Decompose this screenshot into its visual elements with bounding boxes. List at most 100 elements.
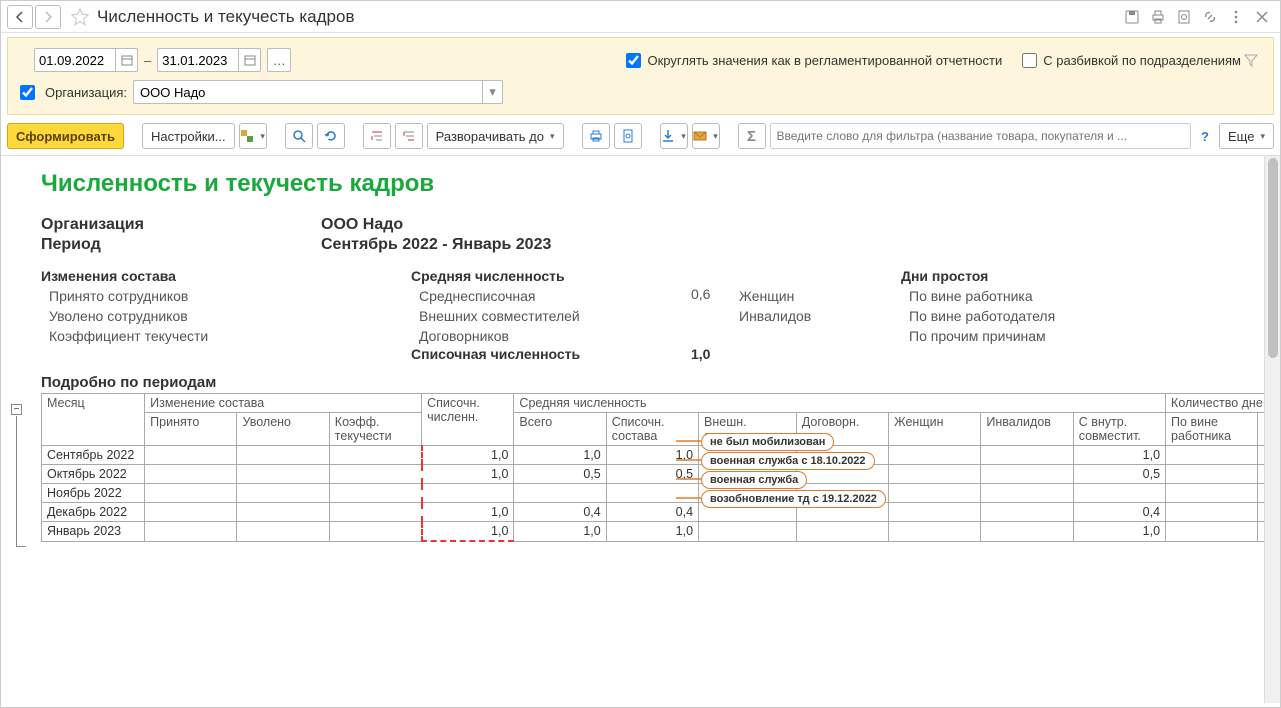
avg-contract-label: Договорников xyxy=(411,326,691,346)
params-panel: – … Округлять значения как в регламентир… xyxy=(7,37,1274,115)
th-by-worker: По вине работника xyxy=(1166,413,1258,446)
filter-icon[interactable] xyxy=(1241,50,1261,70)
period-picker-button[interactable]: … xyxy=(267,48,291,72)
callout-2: военная служба с 18.10.2022 xyxy=(701,452,875,470)
org-value: ООО Надо xyxy=(321,216,403,233)
expand-levels-button[interactable] xyxy=(395,123,423,149)
th-by-employer: По ра xyxy=(1258,413,1264,446)
avg-external-label: Внешних совместителей xyxy=(411,306,691,326)
forward-button[interactable] xyxy=(35,5,61,29)
avg-staff-label: Среднесписочная xyxy=(411,286,691,306)
th-hired: Принято xyxy=(145,413,237,446)
section-avg: Средняя численность xyxy=(411,268,691,284)
filter-input[interactable] xyxy=(777,129,1185,143)
back-button[interactable] xyxy=(7,5,33,29)
date-to-input[interactable] xyxy=(158,49,238,71)
period-key: Период xyxy=(41,236,321,254)
print-preview-button[interactable] xyxy=(614,123,642,149)
section-idle: Дни простоя xyxy=(901,268,1161,284)
more-menu-icon[interactable] xyxy=(1224,5,1248,29)
generate-button[interactable]: Сформировать xyxy=(7,123,124,149)
help-icon[interactable]: ? xyxy=(1195,123,1215,149)
scrollbar-thumb[interactable] xyxy=(1268,158,1278,358)
calendar-icon[interactable] xyxy=(238,49,260,71)
tree-line-end xyxy=(16,546,26,547)
breakdown-label: С разбивкой по подразделениям xyxy=(1043,53,1241,68)
page-title: Численность и текучесть кадров xyxy=(97,7,355,27)
th-list-count: Списочн. численн. xyxy=(422,394,514,446)
link-icon[interactable] xyxy=(1198,5,1222,29)
period-value: Сентябрь 2022 - Январь 2023 xyxy=(321,236,551,253)
favorite-icon[interactable] xyxy=(69,6,91,28)
tree-line xyxy=(16,416,17,546)
th-disabled: Инвалидов xyxy=(981,413,1073,446)
report-body: Численность и текучесть кадров Организац… xyxy=(1,156,1264,703)
round-checkbox[interactable] xyxy=(626,53,641,68)
vertical-scrollbar[interactable] xyxy=(1264,156,1280,703)
sum-button[interactable]: Σ xyxy=(738,123,766,149)
print-icon[interactable] xyxy=(1146,5,1170,29)
date-from-field[interactable] xyxy=(34,48,138,72)
th-fired: Уволено xyxy=(237,413,329,446)
th-turnover: Коэфф. текучести xyxy=(329,413,421,446)
calendar-icon[interactable] xyxy=(115,49,137,71)
org-select[interactable]: ▾ xyxy=(133,80,503,104)
refresh-button[interactable] xyxy=(317,123,345,149)
fired-label: Уволено сотрудников xyxy=(41,306,411,326)
hired-label: Принято сотрудников xyxy=(41,286,411,306)
variants-button[interactable]: ▾ xyxy=(239,123,267,149)
round-label: Округлять значения как в регламентирован… xyxy=(647,53,1002,68)
idle-worker-label: По вине работника xyxy=(901,286,1161,306)
date-to-field[interactable] xyxy=(157,48,261,72)
th-list: Списочн. состава xyxy=(606,413,698,446)
idle-other-label: По прочим причинам xyxy=(901,326,1161,346)
table-row[interactable]: Октябрь 2022 1,0 0,5 0,5 0,5 xyxy=(42,465,1265,484)
save-file-button[interactable]: ▾ xyxy=(660,123,688,149)
report-title: Численность и текучесть кадров xyxy=(41,170,1264,198)
turnover-label: Коэффициент текучести xyxy=(41,326,411,346)
th-women: Женщин xyxy=(889,413,981,446)
send-mail-button[interactable]: ▾ xyxy=(692,123,720,149)
org-key: Организация xyxy=(41,216,321,234)
th-month: Месяц xyxy=(42,394,145,446)
table-body: Сентябрь 2022 1,0 1,0 1,0 1,0 Октябрь 20… xyxy=(42,446,1265,542)
women-label: Женщин xyxy=(731,286,901,306)
th-internal: С внутр. совместит. xyxy=(1073,413,1165,446)
table-row[interactable]: Сентябрь 2022 1,0 1,0 1,0 1,0 xyxy=(42,446,1265,465)
find-button[interactable] xyxy=(285,123,313,149)
collapse-levels-button[interactable] xyxy=(363,123,391,149)
close-icon[interactable] xyxy=(1250,5,1274,29)
collapse-toggle[interactable]: − xyxy=(11,404,22,415)
disabled-label: Инвалидов xyxy=(731,306,901,326)
org-checkbox[interactable] xyxy=(20,85,35,100)
more-button[interactable]: Еще▾ xyxy=(1219,123,1274,149)
list-total-label: Списочная численность xyxy=(411,346,691,362)
chevron-down-icon[interactable]: ▾ xyxy=(482,81,502,103)
toolbar: Сформировать Настройки... ▾ Разворачиват… xyxy=(1,121,1280,155)
table-row[interactable]: Декабрь 2022 1,0 0,4 0,4 0,4 xyxy=(42,503,1265,522)
expand-to-button[interactable]: Разворачивать до▾ xyxy=(427,123,564,149)
details-heading: Подробно по периодам xyxy=(41,374,1264,391)
print-button[interactable] xyxy=(582,123,610,149)
th-change-group: Изменение состава xyxy=(145,394,422,413)
table-row[interactable]: Ноябрь 2022 xyxy=(42,484,1265,503)
filter-search[interactable] xyxy=(770,123,1192,149)
table-row[interactable]: Январь 2023 1,0 1,0 1,0 1,0 xyxy=(42,522,1265,542)
date-separator: – xyxy=(144,53,151,68)
th-total: Всего xyxy=(514,413,606,446)
save-icon[interactable] xyxy=(1120,5,1144,29)
org-input[interactable] xyxy=(134,81,482,103)
callout-3: военная служба xyxy=(701,471,807,489)
breakdown-checkbox[interactable] xyxy=(1022,53,1037,68)
list-total-value: 1,0 xyxy=(691,346,731,362)
idle-employer-label: По вине работодателя xyxy=(901,306,1161,326)
avg-staff-value: 0,6 xyxy=(691,286,731,306)
section-changes: Изменения состава xyxy=(41,268,411,284)
th-days-group: Количество дне xyxy=(1166,394,1264,413)
settings-button[interactable]: Настройки... xyxy=(142,123,235,149)
preview-icon[interactable] xyxy=(1172,5,1196,29)
org-label: Организация: xyxy=(45,85,127,100)
th-avg-group: Средняя численность xyxy=(514,394,1166,413)
date-from-input[interactable] xyxy=(35,49,115,71)
callout-4: возобновление тд с 19.12.2022 xyxy=(701,490,886,508)
